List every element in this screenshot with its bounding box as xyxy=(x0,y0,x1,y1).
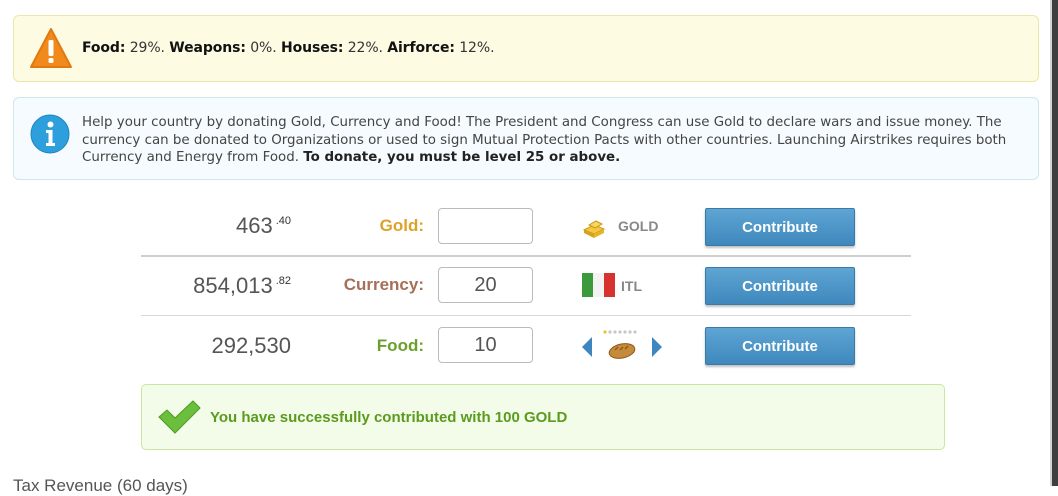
tax-revenue-title: Tax Revenue (60 days) xyxy=(13,476,188,495)
currency-amount: 854,013.82 xyxy=(193,273,291,299)
currency-amount-decimals: .82 xyxy=(275,275,291,287)
food-label: Food: xyxy=(376,336,424,355)
weapons-label: Weapons: xyxy=(169,40,246,56)
food-amount-input[interactable] xyxy=(438,327,533,363)
currency-row: 854,013.82 Currency: ITL Contribute xyxy=(141,255,911,315)
food-value: 29%. xyxy=(129,40,165,56)
info-level-requirement: To donate, you must be level 25 or above… xyxy=(303,150,621,165)
production-warning-box: Food: 29%. Weapons: 0%. Houses: 22%. Air… xyxy=(13,15,1039,82)
quality-star-empty xyxy=(633,330,637,334)
currency-label: Currency: xyxy=(343,275,424,294)
food-amount: 292,530 xyxy=(211,333,291,359)
gold-bars-icon xyxy=(582,220,606,238)
contribute-food-button[interactable]: Contribute xyxy=(705,327,855,365)
checkmark-icon xyxy=(158,400,201,434)
food-row: 292,530 Food: Contribute xyxy=(141,315,911,374)
gold-amount-input[interactable] xyxy=(438,208,533,244)
arrow-left-icon[interactable] xyxy=(581,336,593,358)
bread-icon xyxy=(608,343,636,359)
quality-star-empty xyxy=(623,330,627,334)
houses-label: Houses: xyxy=(280,40,344,56)
success-message-box: You have successfully contributed with 1… xyxy=(141,384,945,450)
airforce-value: 12%. xyxy=(459,40,495,56)
donation-table: 463.40 Gold: GOLD Contribute 854,013.82 … xyxy=(141,197,911,374)
quality-star-empty xyxy=(613,330,617,334)
gold-amount: 463.40 xyxy=(236,213,291,239)
houses-value: 22%. xyxy=(347,40,383,56)
contribute-currency-button[interactable]: Contribute xyxy=(705,267,855,305)
warning-triangle-icon xyxy=(30,28,72,68)
gold-amount-decimals: .40 xyxy=(275,215,291,227)
currency-amount-integer: 854,013 xyxy=(193,273,273,298)
contribute-gold-button[interactable]: Contribute xyxy=(705,208,855,246)
gold-row: 463.40 Gold: GOLD Contribute xyxy=(141,197,911,255)
info-text: Help your country by donating Gold, Curr… xyxy=(82,114,1012,167)
weapons-value: 0%. xyxy=(250,40,277,56)
success-message: You have successfully contributed with 1… xyxy=(210,409,568,426)
arrow-right-icon[interactable] xyxy=(651,336,663,358)
quality-star-empty xyxy=(608,330,612,334)
scrollbar-thumb[interactable] xyxy=(1052,0,1058,486)
quality-star-empty xyxy=(628,330,632,334)
food-quality-stars xyxy=(603,330,637,334)
gold-unit-label: GOLD xyxy=(618,218,659,234)
food-amount-integer: 292,530 xyxy=(211,333,291,358)
italy-flag-icon xyxy=(582,273,615,297)
warning-text: Food: 29%. Weapons: 0%. Houses: 22%. Air… xyxy=(82,40,495,56)
food-label: Food: xyxy=(82,40,126,56)
gold-label: Gold: xyxy=(379,216,424,235)
info-circle-icon xyxy=(30,114,70,154)
airforce-label: Airforce: xyxy=(387,40,455,56)
quality-star-empty xyxy=(618,330,622,334)
currency-unit-label: ITL xyxy=(621,278,642,294)
donation-info-box: Help your country by donating Gold, Curr… xyxy=(13,97,1039,180)
currency-amount-input[interactable] xyxy=(438,267,533,303)
gold-amount-integer: 463 xyxy=(235,213,273,238)
quality-star-filled xyxy=(603,330,607,334)
